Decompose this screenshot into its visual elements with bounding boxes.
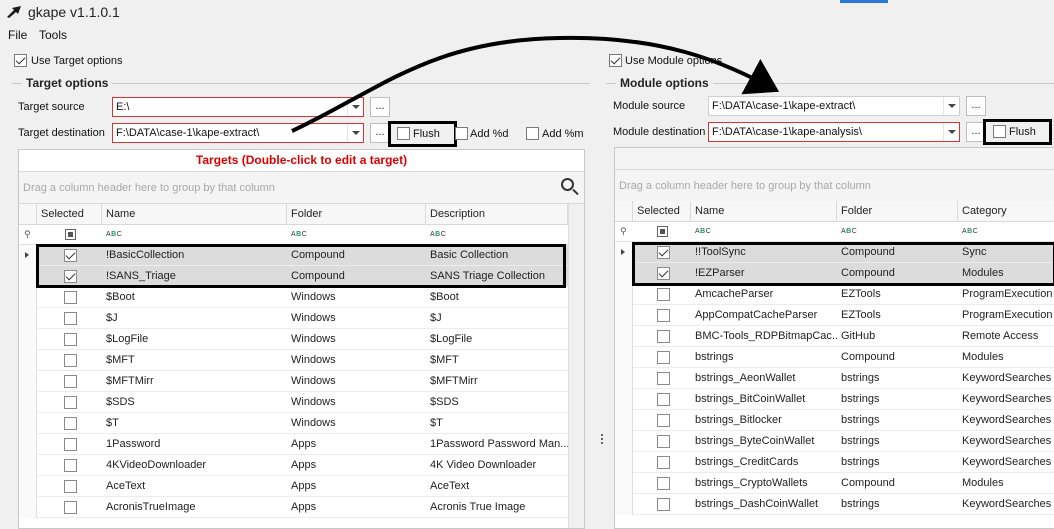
annotation-arrow (291, 35, 780, 133)
